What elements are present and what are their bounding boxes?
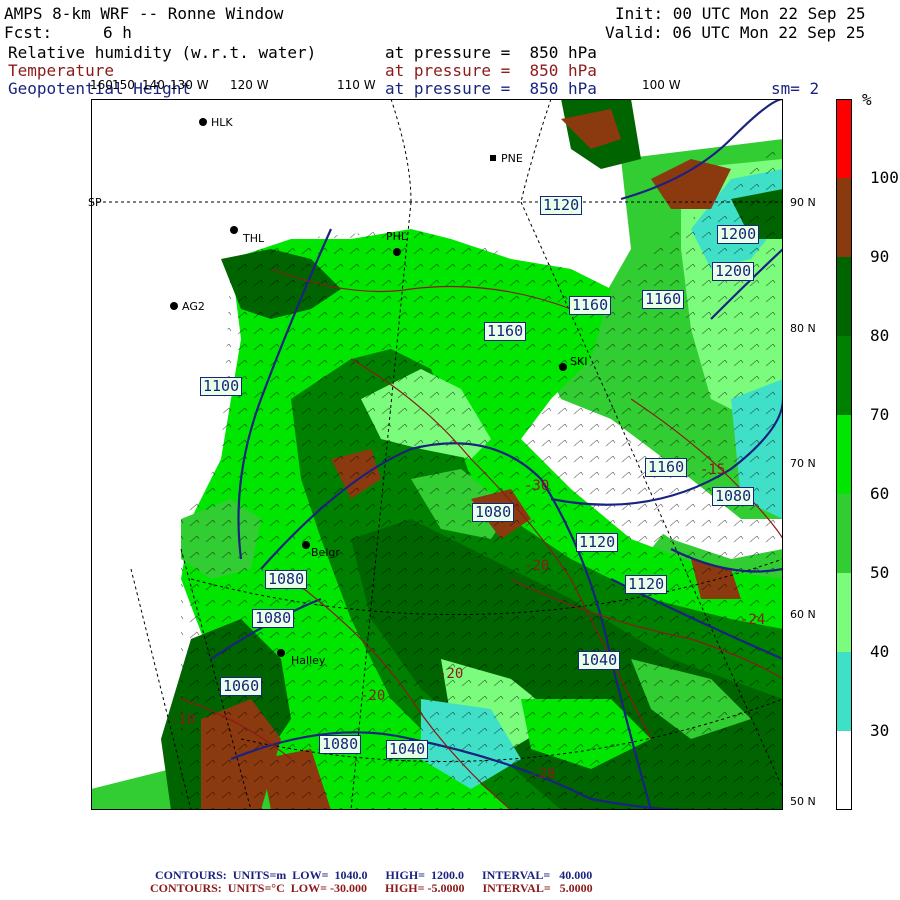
smoothing-label: sm= 2 <box>771 79 820 98</box>
height-contour-label: 1160 <box>484 322 527 341</box>
height-contour-label: 1040 <box>386 740 429 759</box>
height-contour-label: 1160 <box>569 296 612 315</box>
height-contour-label: 1200 <box>717 225 760 244</box>
height-contour-label: 1200 <box>712 262 755 281</box>
temperature-contour-label: -15 <box>700 462 726 478</box>
field-temp-level: at pressure = 850 hPa <box>385 61 597 80</box>
station-belgr-marker[interactable] <box>302 541 310 549</box>
height-contour-label: 1080 <box>265 570 308 589</box>
station-ag2-marker[interactable] <box>170 302 178 310</box>
station-ski-marker[interactable] <box>559 363 567 371</box>
station-pne-label: PNE <box>501 152 523 165</box>
height-contour-label: 1100 <box>200 377 243 396</box>
colorbar-segment <box>836 415 852 495</box>
station-pne-marker[interactable] <box>490 155 496 161</box>
height-contour-label: 1080 <box>319 735 362 754</box>
lat-label-90: 90 N <box>790 196 816 209</box>
colorbar-segment <box>836 178 852 258</box>
station-hlk-marker[interactable] <box>199 118 207 126</box>
colorbar-level-label: 30 <box>870 721 890 740</box>
field-rh-name: Relative humidity (w.r.t. water) <box>8 43 317 62</box>
height-contour-label: 1040 <box>578 651 621 670</box>
lon-label-120: 120 W <box>230 78 269 92</box>
station-ski-label: SKI <box>570 355 588 368</box>
lon-label-160: 160 <box>90 78 113 92</box>
colorbar-level-label: 100 <box>870 168 899 187</box>
colorbar-unit: % <box>862 90 872 109</box>
lon-label-100: 100 W <box>642 78 681 92</box>
map-title: AMPS 8-km WRF -- Ronne Window <box>4 4 284 23</box>
colorbar-level-label: 80 <box>870 326 890 345</box>
colorbar-level-label: 70 <box>870 405 890 424</box>
height-contour-label: 1060 <box>220 677 263 696</box>
forecast-value: 6 h <box>103 23 132 42</box>
temperature-contour-label: -10 <box>170 712 196 728</box>
colorbar-segment <box>836 257 852 337</box>
valid-time: Valid: 06 UTC Mon 22 Sep 25 <box>605 23 866 42</box>
temperature-contour-label: -24 <box>740 612 766 628</box>
height-contour-label: 1160 <box>645 458 688 477</box>
field-height-level: at pressure = 850 hPa <box>385 79 597 98</box>
height-contour-label: 1120 <box>625 575 668 594</box>
colorbar-level-label: 40 <box>870 642 890 661</box>
height-contour-label: 1080 <box>712 487 755 506</box>
station-phl-marker[interactable] <box>393 248 401 256</box>
lon-label-130: 130 W <box>170 78 209 92</box>
temperature-contour-label: -20 <box>530 766 556 782</box>
colorbar-segment <box>836 731 852 810</box>
forecast-label: Fcst: <box>4 23 53 42</box>
station-phl-label: PHL <box>386 230 408 243</box>
colorbar-level-label: 50 <box>870 563 890 582</box>
height-contour-label: 1080 <box>472 503 515 522</box>
lon-label-140: 140 <box>142 78 165 92</box>
station-halley-label: Halley <box>291 654 326 667</box>
lat-label-70: 70 N <box>790 457 816 470</box>
lat-label-60: 60 N <box>790 608 816 621</box>
station-ag2-label: AG2 <box>182 300 205 313</box>
lon-label-150: 150 <box>112 78 135 92</box>
field-rh-level: at pressure = 850 hPa <box>385 43 597 62</box>
lat-label-50: 50 N <box>790 795 816 808</box>
colorbar-segment <box>836 652 852 732</box>
station-thl-marker[interactable] <box>230 226 238 234</box>
temperature-contour-label: -20 <box>360 688 386 704</box>
colorbar-level-label: 90 <box>870 247 890 266</box>
colorbar-segment <box>836 573 852 653</box>
colorbar-level-label: 60 <box>870 484 890 503</box>
colorbar-segment <box>836 336 852 416</box>
height-contour-label: 1120 <box>540 196 583 215</box>
temperature-contour-info: CONTOURS: UNITS=°C LOW= -30.000 HIGH= -5… <box>150 881 593 895</box>
lon-label-110: 110 W <box>337 78 376 92</box>
pole-label: SP <box>88 196 102 209</box>
station-hlk-label: HLK <box>211 116 233 129</box>
height-contour-label: 1120 <box>576 533 619 552</box>
temperature-contour-label: -20 <box>524 558 550 574</box>
init-time: Init: 00 UTC Mon 22 Sep 25 <box>615 4 866 23</box>
map-plot <box>91 99 783 810</box>
lat-label-80: 80 N <box>790 322 816 335</box>
colorbar <box>836 99 852 810</box>
colorbar-segment <box>836 494 852 574</box>
temperature-contour-label: -30 <box>524 478 550 494</box>
colorbar-segment <box>836 99 852 179</box>
station-thl-label: THL <box>243 232 265 245</box>
station-halley-marker[interactable] <box>277 649 285 657</box>
height-contour-label: 1160 <box>642 290 685 309</box>
height-contour-label: 1080 <box>252 609 295 628</box>
temperature-contour-label: -20 <box>438 666 464 682</box>
station-belgr-label: Belgr <box>311 546 340 559</box>
